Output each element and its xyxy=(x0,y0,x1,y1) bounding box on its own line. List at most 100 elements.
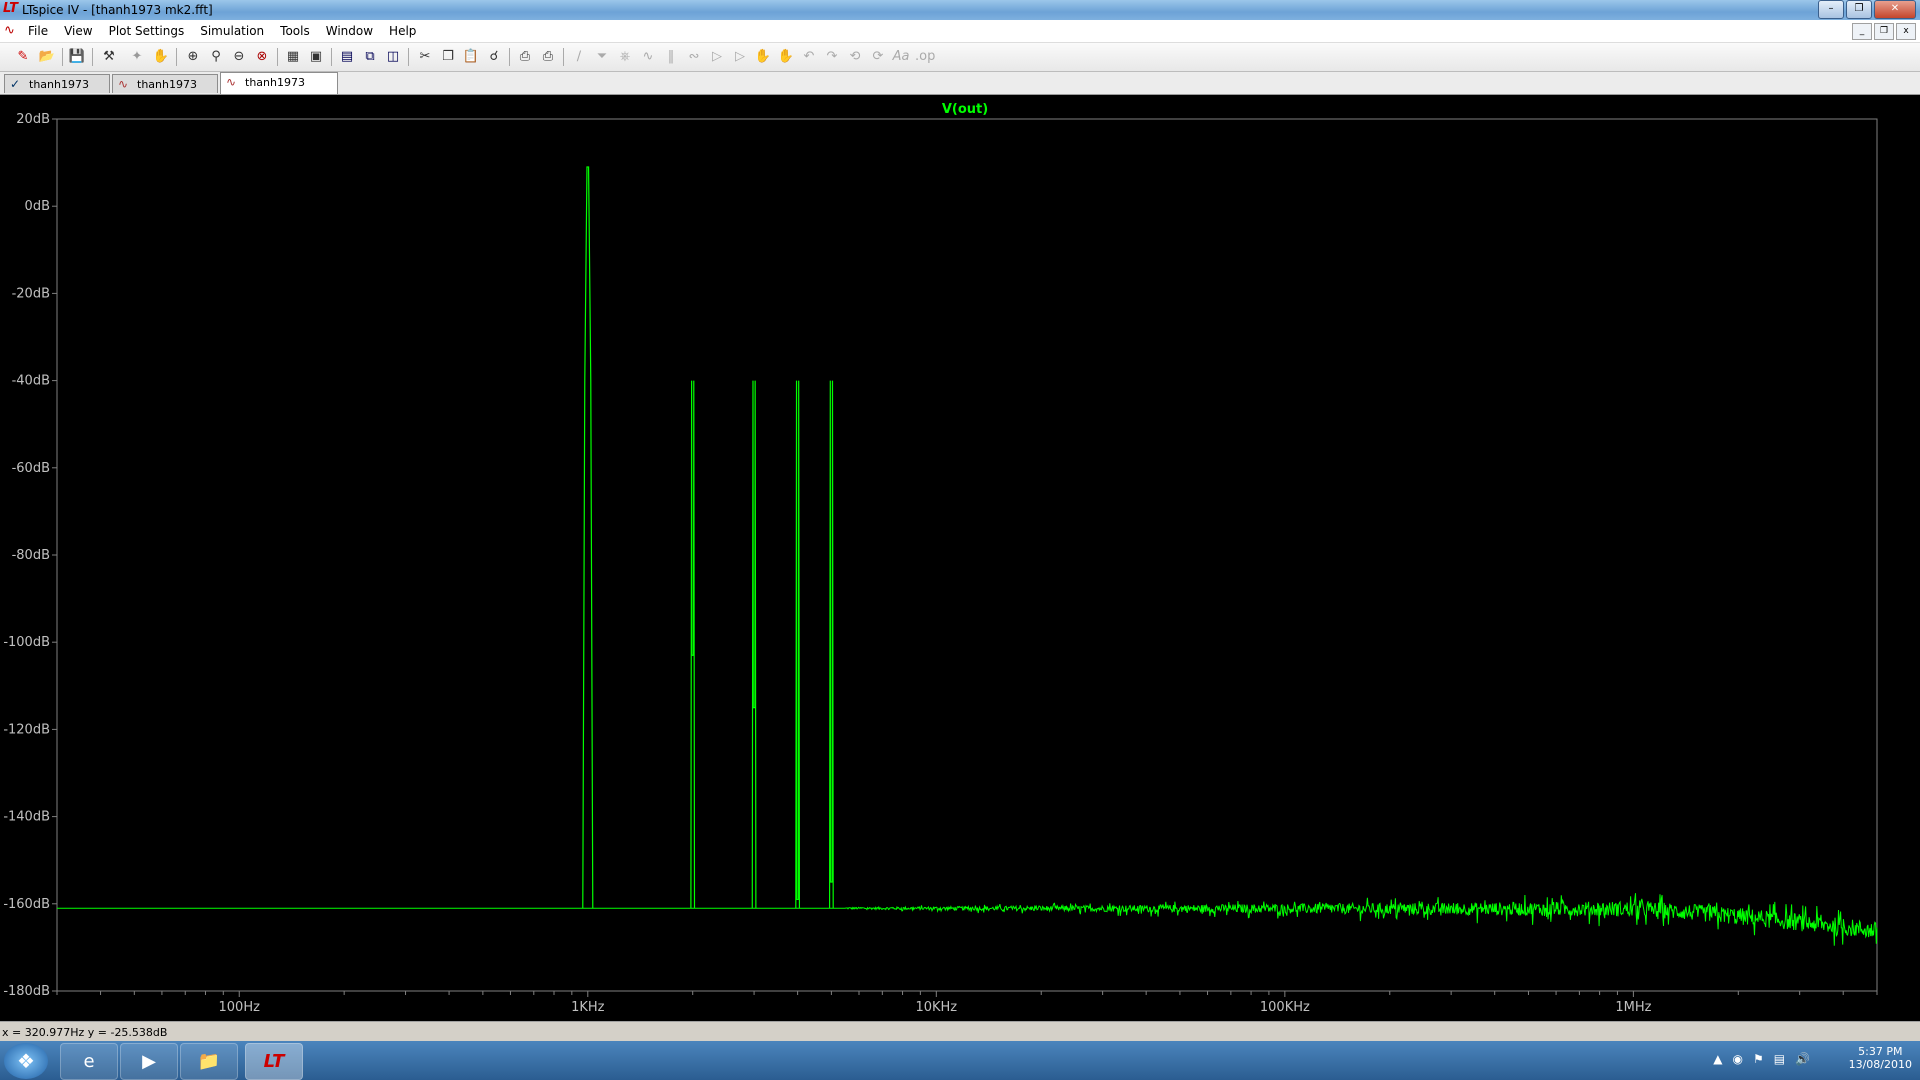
text-icon[interactable]: Aa xyxy=(892,48,910,66)
antivirus-icon[interactable]: ◉ xyxy=(1732,1052,1742,1066)
x-tick-label: 100KHz xyxy=(1260,1000,1310,1015)
x-tick-label: 1KHz xyxy=(571,1000,605,1015)
y-tick-label: -120dB xyxy=(3,722,50,737)
fft-chart[interactable]: 20dB 0dB -20dB -40dB -60dB -80dB -100dB -120dB -… xyxy=(0,95,1920,1021)
volume-icon[interactable]: 🔊 xyxy=(1795,1052,1810,1066)
status-bar: x = 320.977Hz y = -25.538dB xyxy=(0,1021,1920,1042)
x-tick-label: 100Hz xyxy=(219,1000,261,1015)
internet-explorer-icon[interactable]: e xyxy=(60,1043,118,1080)
move-icon[interactable]: ✋ xyxy=(754,48,772,66)
action-center-icon[interactable]: ⚑ xyxy=(1753,1052,1764,1066)
y-tick-label: -80dB xyxy=(12,548,50,563)
minimize-button[interactable]: – xyxy=(1818,0,1844,19)
halt-icon[interactable]: ✋ xyxy=(152,48,170,66)
cursor-icon[interactable]: ▣ xyxy=(307,48,325,66)
tile-horizontal-icon[interactable]: ▤ xyxy=(338,48,356,66)
y-tick-label: -160dB xyxy=(3,897,50,912)
title-bar: LT LTspice IV - [thanh1973 mk2.fft] – ❐ … xyxy=(0,0,1920,20)
y-tick-label: -60dB xyxy=(12,461,50,476)
component-icon[interactable]: ▷ xyxy=(731,48,749,66)
ltspice-taskbar-icon[interactable]: LT xyxy=(245,1043,303,1080)
menu-window[interactable]: Window xyxy=(326,24,373,38)
schematic-icon: ✓ xyxy=(10,77,21,91)
spice-directive-icon[interactable]: .op xyxy=(915,48,935,66)
run-icon[interactable]: ✦ xyxy=(128,48,146,66)
y-tick-label: -140dB xyxy=(3,810,50,825)
y-tick-label: 0dB xyxy=(25,199,50,214)
toolbar: ✎ 📂 💾 ⚒ ✦ ✋ ⊕ ⚲ ⊖ ⊗ ▦ ▣ ▤ ⧉ ◫ ✂ ❐ 📋 ☌ ⎙ … xyxy=(0,43,1920,72)
waveform-icon[interactable]: ∿ xyxy=(4,23,15,38)
explorer-folder-icon[interactable]: 📁 xyxy=(180,1043,238,1080)
print-icon[interactable]: ⎙ xyxy=(539,48,557,66)
clock[interactable]: 5:37 PM 13/08/2010 xyxy=(1849,1045,1912,1071)
mirror-icon[interactable]: ⟳ xyxy=(869,48,887,66)
close-button[interactable]: ✕ xyxy=(1874,0,1916,19)
plot-pane[interactable]: 20dB 0dB -20dB -40dB -60dB -80dB -100dB -120dB -… xyxy=(0,95,1920,1021)
menu-view[interactable]: View xyxy=(64,24,92,38)
tab-schematic[interactable]: ✓ thanh1973 mk2 xyxy=(4,74,110,110)
menu-file[interactable]: File xyxy=(28,24,48,38)
print-setup-icon[interactable]: ⎙ xyxy=(516,48,534,66)
cut-icon[interactable]: ✂ xyxy=(416,48,434,66)
paste-icon[interactable]: 📋 xyxy=(462,48,480,66)
menu-help[interactable]: Help xyxy=(389,24,416,38)
spectral-peak xyxy=(751,380,757,909)
media-player-icon[interactable]: ▶ xyxy=(120,1043,178,1080)
wire-icon[interactable]: ∕ xyxy=(570,48,588,66)
ltspice-logo-icon: LT xyxy=(3,1,18,16)
open-icon[interactable]: 📂 xyxy=(38,48,56,66)
copy-icon[interactable]: ❐ xyxy=(439,48,457,66)
cascade-icon[interactable]: ⧉ xyxy=(361,48,379,66)
y-tick-label: -100dB xyxy=(3,635,50,650)
mdi-restore-button[interactable]: ❐ xyxy=(1874,23,1894,40)
menu-bar: ∿ File View Plot Settings Simulation Too… xyxy=(0,20,1920,43)
trace-label-vout[interactable]: V(out) xyxy=(942,102,988,117)
spectral-peak xyxy=(795,380,801,909)
menu-simulation[interactable]: Simulation xyxy=(200,24,264,38)
ground-icon[interactable]: ⏷ xyxy=(593,48,611,66)
plot-frame xyxy=(56,118,1878,992)
capacitor-icon[interactable]: ‖ xyxy=(662,48,680,66)
redo-icon[interactable]: ↷ xyxy=(823,48,841,66)
spectral-peak xyxy=(582,166,594,909)
trace-vout xyxy=(57,893,1878,946)
zoom-fit-icon[interactable]: ⊗ xyxy=(253,48,271,66)
menu-tools[interactable]: Tools xyxy=(280,24,310,38)
zoom-out-icon[interactable]: ⊖ xyxy=(230,48,248,66)
x-tick-label: 10KHz xyxy=(915,1000,957,1015)
show-hidden-icons-icon[interactable]: ▲ xyxy=(1713,1052,1722,1066)
zoom-pan-icon[interactable]: ⚲ xyxy=(207,48,225,66)
undo-icon[interactable]: ↶ xyxy=(800,48,818,66)
resistor-icon[interactable]: ∿ xyxy=(639,48,657,66)
restore-button[interactable]: ❐ xyxy=(1846,0,1872,19)
menu-plot-settings[interactable]: Plot Settings xyxy=(109,24,185,38)
tab-waveform[interactable]: ∿ thanh1973 mk2 xyxy=(112,74,218,110)
clock-date: 13/08/2010 xyxy=(1848,1058,1912,1071)
waveform-icon: ∿ xyxy=(118,77,129,91)
drag-icon[interactable]: ✋ xyxy=(777,48,795,66)
tab-fft[interactable]: ∿ thanh1973 mk2.fft xyxy=(220,72,338,108)
find-icon[interactable]: ☌ xyxy=(485,48,503,66)
taskbar: ❖ e ▶ 📁 LT ▲ ◉ ⚑ ▤ 🔊 5:37 PM 13/08/2010 xyxy=(0,1041,1920,1080)
inductor-icon[interactable]: ∾ xyxy=(685,48,703,66)
new-schematic-icon[interactable]: ✎ xyxy=(14,48,32,66)
spectral-peak xyxy=(828,380,834,909)
clock-time: 5:37 PM xyxy=(1858,1045,1903,1058)
y-tick-label: -180dB xyxy=(3,984,50,999)
autorange-icon[interactable]: ▦ xyxy=(284,48,302,66)
tile-vertical-icon[interactable]: ◫ xyxy=(384,48,402,66)
window-title: LTspice IV - [thanh1973 mk2.fft] xyxy=(22,3,213,17)
zoom-in-icon[interactable]: ⊕ xyxy=(184,48,202,66)
x-tick-label: 1MHz xyxy=(1615,1000,1651,1015)
network-icon[interactable]: ▤ xyxy=(1774,1052,1785,1066)
mdi-minimize-button[interactable]: _ xyxy=(1852,23,1872,40)
mdi-close-button[interactable]: x xyxy=(1896,23,1916,40)
waveform-icon: ∿ xyxy=(226,75,237,89)
rotate-icon[interactable]: ⟲ xyxy=(846,48,864,66)
save-icon[interactable]: 💾 xyxy=(68,48,86,66)
y-tick-label: 20dB xyxy=(16,112,50,127)
label-icon[interactable]: ⎈ xyxy=(616,48,634,66)
start-button[interactable]: ❖ xyxy=(4,1043,48,1079)
control-panel-icon[interactable]: ⚒ xyxy=(100,48,118,66)
diode-icon[interactable]: ▷ xyxy=(708,48,726,66)
